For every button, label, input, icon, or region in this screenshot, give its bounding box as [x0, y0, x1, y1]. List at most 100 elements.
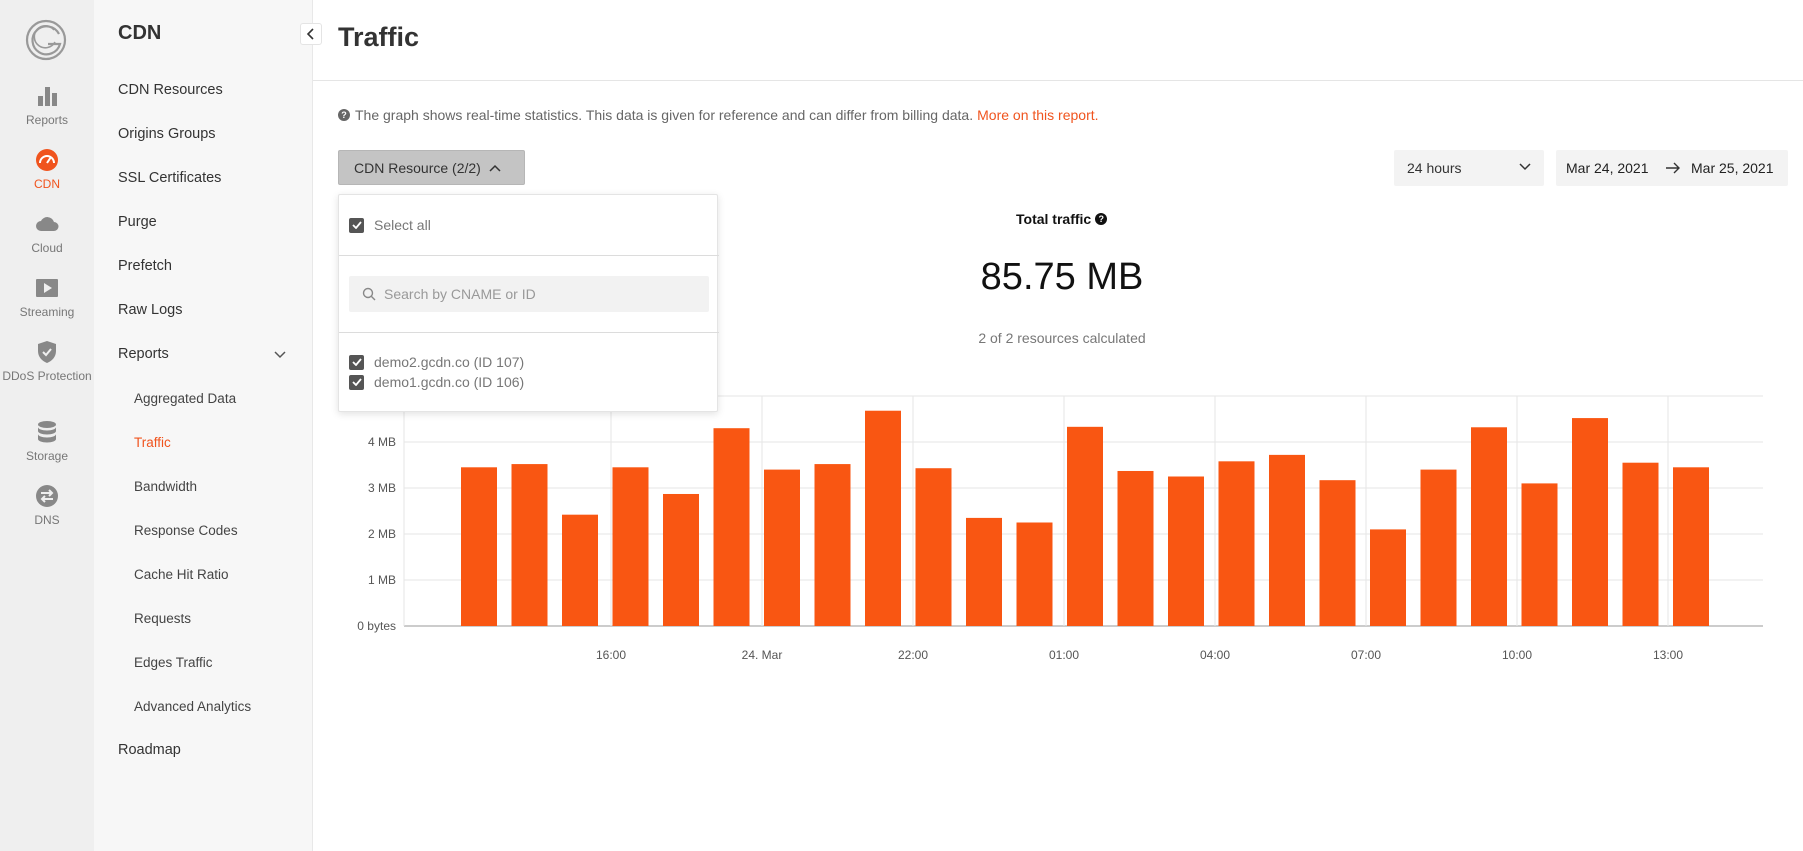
nav-item-origins-groups[interactable]: Origins Groups — [118, 126, 216, 142]
chevron-down-icon[interactable] — [272, 347, 288, 363]
arrow-right-icon — [1666, 162, 1680, 174]
icon-rail: Reports CDN Cloud Streaming DDoS Protect… — [0, 0, 94, 851]
dropdown-divider — [339, 332, 719, 333]
y-tick-label: 3 MB — [368, 481, 396, 495]
traffic-bar — [1572, 418, 1608, 626]
x-tick-label: 22:00 — [898, 648, 928, 662]
rail-item-cloud[interactable]: Cloud — [0, 212, 94, 256]
nav-item-cdn-resources[interactable]: CDN Resources — [118, 82, 223, 98]
resources-calculated: 2 of 2 resources calculated — [978, 330, 1146, 346]
nav-sub-bandwidth[interactable]: Bandwidth — [134, 479, 197, 494]
traffic-bar — [562, 514, 598, 626]
play-icon — [36, 279, 58, 297]
resource-row-demo1[interactable]: demo1.gcdn.co (ID 106) — [349, 374, 524, 390]
select-all-label: Select all — [374, 217, 431, 233]
resource-checkbox[interactable] — [349, 354, 364, 370]
logo-icon[interactable] — [24, 18, 68, 62]
traffic-bar — [1521, 483, 1558, 626]
checkmark-icon — [351, 358, 362, 366]
nav-sub-edges-traffic[interactable]: Edges Traffic — [134, 655, 213, 670]
rail-item-storage[interactable]: Storage — [0, 420, 94, 464]
nav-item-ssl-certificates[interactable]: SSL Certificates — [118, 170, 221, 186]
nav-sub-requests[interactable]: Requests — [134, 611, 191, 626]
nav-item-purge[interactable]: Purge — [118, 214, 157, 230]
select-all-row[interactable]: Select all — [349, 217, 431, 233]
traffic-bar — [1218, 461, 1255, 626]
collapse-sidebar-button[interactable] — [300, 23, 322, 45]
cdn-resource-button[interactable]: CDN Resource (2/2) — [338, 150, 525, 185]
page-title: Traffic — [338, 22, 420, 52]
resource-search-input[interactable] — [384, 286, 684, 302]
bar-chart-icon — [38, 87, 57, 106]
shield-check-icon — [38, 341, 56, 363]
nav-item-prefetch[interactable]: Prefetch — [118, 258, 172, 274]
cloud-icon — [36, 217, 59, 231]
nav-sub-aggregated-data[interactable]: Aggregated Data — [134, 391, 236, 406]
traffic-bar — [1319, 480, 1356, 626]
x-tick-label: 16:00 — [596, 648, 626, 662]
rail-item-ddos-protection[interactable]: DDoS Protection — [0, 340, 94, 384]
question-icon[interactable]: ? — [1095, 213, 1108, 225]
info-text: The graph shows real-time statistics. Th… — [355, 107, 974, 123]
nav-item-raw-logs[interactable]: Raw Logs — [118, 302, 182, 318]
traffic-bar — [1269, 454, 1305, 626]
traffic-bar — [1016, 522, 1053, 626]
period-select[interactable]: 24 hours — [1394, 150, 1544, 186]
chevron-left-icon — [306, 28, 314, 40]
nav-item-roadmap[interactable]: Roadmap — [118, 742, 181, 758]
traffic-bar — [1622, 462, 1659, 626]
rail-item-streaming[interactable]: Streaming — [0, 276, 94, 320]
search-icon — [362, 287, 376, 301]
total-traffic-value: 85.75 MB — [980, 256, 1144, 298]
nav-sub-traffic[interactable]: Traffic — [134, 435, 171, 450]
traffic-bar — [1471, 427, 1507, 626]
period-value: 24 hours — [1407, 160, 1462, 176]
traffic-bar — [814, 464, 851, 626]
x-tick-label: 10:00 — [1502, 648, 1532, 662]
nav-sub-response-codes[interactable]: Response Codes — [134, 523, 238, 538]
x-tick-label: 01:00 — [1049, 648, 1079, 662]
y-tick-label: 4 MB — [368, 435, 396, 449]
traffic-bar — [1370, 529, 1406, 626]
total-traffic-text: Total traffic — [1016, 211, 1092, 227]
rail-label: Storage — [25, 449, 69, 463]
checkmark-icon — [351, 221, 362, 229]
rail-item-cdn[interactable]: CDN — [0, 148, 94, 192]
info-banner: ? The graph shows real-time statistics. … — [338, 107, 1099, 123]
traffic-bar — [1168, 476, 1204, 626]
cdn-resource-label: CDN Resource (2/2) — [354, 159, 481, 176]
date-from[interactable]: Mar 24, 2021 — [1566, 160, 1649, 176]
speedometer-icon — [36, 149, 58, 171]
question-icon: ? — [338, 109, 350, 121]
date-to[interactable]: Mar 25, 2021 — [1691, 160, 1774, 176]
traffic-bar — [1067, 426, 1103, 626]
traffic-bar — [1420, 469, 1457, 626]
nav-sub-cache-hit-ratio[interactable]: Cache Hit Ratio — [134, 567, 229, 582]
header-divider — [313, 80, 1803, 81]
x-tick-label: 07:00 — [1351, 648, 1381, 662]
traffic-bar — [1117, 470, 1154, 626]
resource-row-demo2[interactable]: demo2.gcdn.co (ID 107) — [349, 354, 524, 370]
nav-sub-advanced-analytics[interactable]: Advanced Analytics — [134, 699, 251, 714]
x-tick-label: 04:00 — [1200, 648, 1230, 662]
rail-item-dns[interactable]: DNS — [0, 484, 94, 528]
more-on-report-link[interactable]: More on this report. — [977, 107, 1098, 123]
date-range-picker[interactable]: Mar 24, 2021 Mar 25, 2021 — [1556, 150, 1788, 186]
swap-icon — [36, 485, 58, 507]
dropdown-divider — [339, 255, 719, 256]
select-all-checkbox[interactable] — [349, 217, 364, 233]
traffic-bar-chart: 0 bytes 1 MB 2 MB 3 MB 4 MB 16:00 24. Mar 22:00… — [357, 395, 1763, 662]
cdn-resource-dropdown: Select all demo2.gcdn.co (ID 107) demo1.… — [338, 194, 719, 412]
nav-item-reports[interactable]: Reports — [118, 346, 169, 362]
resource-checkbox[interactable] — [349, 374, 364, 390]
chevron-down-icon — [1519, 163, 1531, 171]
rail-item-reports[interactable]: Reports — [0, 84, 94, 128]
chevron-up-icon — [489, 164, 501, 172]
resource-search[interactable] — [349, 276, 709, 312]
nav-title: CDN — [118, 22, 162, 44]
x-tick-label: 13:00 — [1653, 648, 1683, 662]
traffic-bar — [915, 468, 952, 626]
y-tick-label: 0 bytes — [357, 619, 396, 633]
traffic-bar — [663, 493, 699, 626]
rail-label: DNS — [34, 513, 60, 527]
